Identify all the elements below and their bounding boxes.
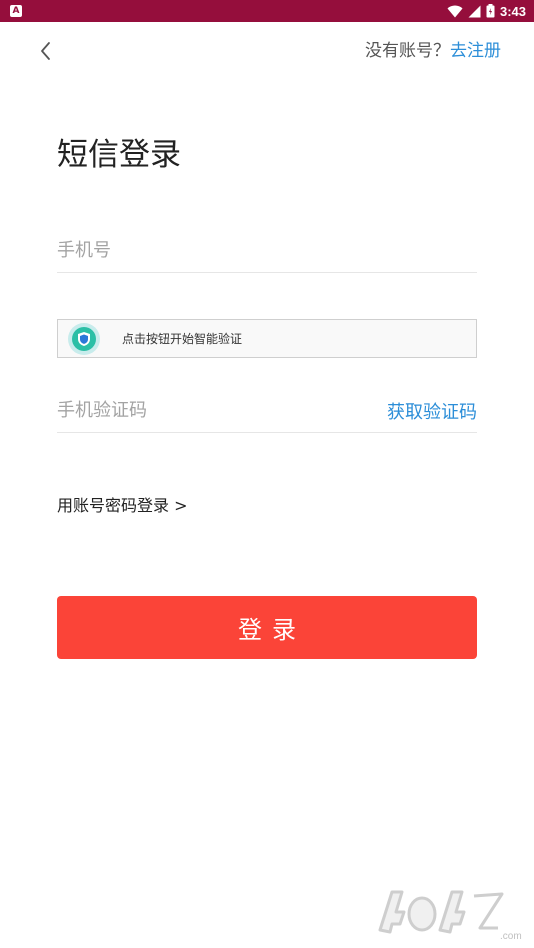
register-prompt: 没有账号？去注册 (365, 39, 501, 63)
status-icons: 3:43 (447, 0, 526, 22)
code-field-row: 获取验证码 (57, 389, 477, 433)
page-title: 短信登录 (57, 137, 181, 173)
cell-signal-icon (468, 5, 481, 18)
chevron-left-icon (41, 42, 50, 60)
get-code-button[interactable]: 获取验证码 (387, 398, 477, 424)
watermark-logo: .com (370, 882, 530, 942)
account-password-login-link[interactable]: 用账号密码登录 > (57, 494, 188, 518)
no-account-text: 没有账号？ (365, 41, 450, 61)
wifi-icon (447, 5, 463, 18)
phone-field-row (57, 229, 477, 273)
battery-icon (486, 4, 495, 18)
shield-icon (72, 326, 96, 351)
status-time: 3:43 (499, 3, 526, 19)
watermark-logo-graphic: .com (378, 890, 522, 942)
back-button[interactable] (34, 38, 60, 64)
register-link[interactable]: 去注册 (450, 41, 501, 61)
login-button[interactable]: 登录 (57, 596, 477, 659)
svg-text:.com: .com (500, 931, 522, 942)
sms-login-screen: A 3:43 没有账号？去注册 短信登录 手机号 点击按钮开始智能验证 手机验证… (0, 0, 534, 948)
shield-icon-wrap (68, 322, 100, 355)
smart-verify-button[interactable]: 点击按钮开始智能验证 (57, 319, 477, 358)
verification-code-input[interactable] (57, 390, 387, 431)
status-bar: A 3:43 (0, 0, 534, 22)
smart-verify-label: 点击按钮开始智能验证 (122, 332, 243, 346)
app-notification-icon: A (10, 5, 22, 17)
phone-input[interactable] (57, 230, 477, 271)
